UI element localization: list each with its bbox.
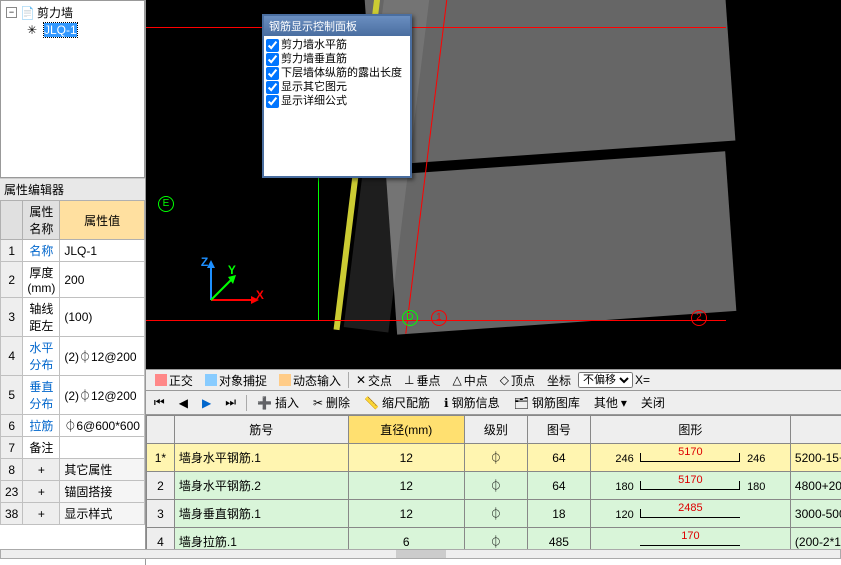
osnap-button[interactable]: 对象捕捉 xyxy=(200,370,272,391)
rebar-shape[interactable]: 180 5170 180 xyxy=(590,472,790,500)
tree-root-label: 剪力墙 xyxy=(37,4,73,21)
property-editor-title: 属性编辑器 xyxy=(0,178,145,200)
insert-button[interactable]: ➕插入 xyxy=(253,393,303,412)
rebar-name[interactable]: 墙身垂直钢筋.1 xyxy=(174,500,348,528)
property-editor[interactable]: 属性名称 属性值 1 名称 JLQ-12 厚度(mm) 2003 轴线距左 (1… xyxy=(0,200,145,565)
close-button[interactable]: 关闭 xyxy=(637,393,669,412)
rebar-formula[interactable]: 4800+200-15+15*d+200-15+15*d xyxy=(790,472,841,500)
grid-bubble-E: E xyxy=(158,196,174,212)
axis-z: Z xyxy=(201,255,208,269)
prop-group[interactable]: 锚固搭接 xyxy=(60,481,145,503)
prop-val[interactable]: (2)⏀12@200 xyxy=(60,337,145,376)
snap-mid[interactable]: △ 中点 xyxy=(448,370,493,391)
panel-checkbox[interactable]: 显示其它图元 xyxy=(266,80,408,94)
rebar-code[interactable]: 18 xyxy=(527,500,590,528)
snap-perp[interactable]: ⊥ 垂点 xyxy=(399,370,445,391)
expand-icon[interactable]: + xyxy=(23,459,60,481)
scale-button[interactable]: 📏缩尺配筋 xyxy=(360,393,434,412)
col-prop-val: 属性值 xyxy=(60,201,145,240)
rebar-level[interactable]: ⏀ xyxy=(464,500,527,528)
prop-val[interactable]: JLQ-1 xyxy=(60,240,145,262)
delete-button[interactable]: ✂删除 xyxy=(309,393,354,412)
h-scrollbar[interactable] xyxy=(0,549,841,559)
prop-name[interactable]: 轴线距左 xyxy=(23,298,60,337)
rebar-table[interactable]: 筋号 直径(mm) 级别 图号 图形 计算公式 1* 墙身水平钢筋.1 12 ⏀… xyxy=(146,415,841,565)
rebar-name[interactable]: 墙身水平钢筋.1 xyxy=(174,444,348,472)
dyninput-button[interactable]: 动态输入 xyxy=(274,370,346,391)
prop-val[interactable]: 200 xyxy=(60,262,145,298)
prop-val[interactable]: ⏀6@600*600 xyxy=(60,415,145,437)
prop-name[interactable]: 垂直分布 xyxy=(23,376,60,415)
panel-checkbox[interactable]: 显示详细公式 xyxy=(266,94,408,108)
panel-checkbox[interactable]: 剪力墙水平筋 xyxy=(266,38,408,52)
prop-name[interactable]: 名称 xyxy=(23,240,60,262)
tree-node-jlq1[interactable]: ✳ JLQ-1 xyxy=(3,22,142,38)
expand-icon[interactable]: + xyxy=(23,503,60,525)
prop-group[interactable]: 其它属性 xyxy=(60,459,145,481)
snap-toolbar: 正交 对象捕捉 动态输入 ✕ 交点 ⊥ 垂点 △ 中点 ◇ 顶点 坐标 不偏移 … xyxy=(146,369,841,391)
rebar-shape[interactable]: 120 2485 xyxy=(590,500,790,528)
tree-node-root[interactable]: − 📄 剪力墙 xyxy=(3,3,142,22)
gear-icon: ✳ xyxy=(27,23,41,37)
ortho-button[interactable]: 正交 xyxy=(150,370,198,391)
prop-val[interactable]: (2)⏀12@200 xyxy=(60,376,145,415)
coord-x-label: X= xyxy=(635,373,650,387)
rebar-dia[interactable]: 12 xyxy=(348,500,464,528)
tree-child-label: JLQ-1 xyxy=(44,23,77,37)
snap-intersection[interactable]: ✕ 交点 xyxy=(351,370,397,391)
prop-group[interactable]: 显示样式 xyxy=(60,503,145,525)
prop-name[interactable]: 水平分布 xyxy=(23,337,60,376)
rebar-name[interactable]: 墙身水平钢筋.2 xyxy=(174,472,348,500)
rebar-toolbar: ⏮ ◀ ▶ ⏭ ➕插入 ✂删除 📏缩尺配筋 ℹ钢筋信息 🗂钢筋图库 其他▾ 关闭 xyxy=(146,391,841,415)
nav-first-button[interactable]: ⏮ xyxy=(150,394,169,411)
nav-last-button[interactable]: ⏭ xyxy=(221,394,240,411)
tree-collapse-icon[interactable]: − xyxy=(6,7,17,18)
panel-title[interactable]: 钢筋显示控制面板 xyxy=(264,16,410,36)
snap-vertex[interactable]: ◇ 顶点 xyxy=(495,370,540,391)
axis-y: Y xyxy=(228,263,236,277)
info-button[interactable]: ℹ钢筋信息 xyxy=(440,393,504,412)
col-blank xyxy=(1,201,23,240)
rebar-formula[interactable]: 3000-500-15+10*d xyxy=(790,500,841,528)
component-tree[interactable]: − 📄 剪力墙 ✳ JLQ-1 xyxy=(0,0,145,178)
prop-name[interactable]: 厚度(mm) xyxy=(23,262,60,298)
prop-name[interactable]: 备注 xyxy=(23,437,60,459)
col-prop-name: 属性名称 xyxy=(23,201,60,240)
rebar-shape[interactable]: 246 5170 246 xyxy=(590,444,790,472)
prop-name[interactable]: 拉筋 xyxy=(23,415,60,437)
axis-x: X xyxy=(256,288,264,302)
offset-select[interactable]: 不偏移 xyxy=(578,372,633,388)
grid-bubble-r1: 1 xyxy=(431,310,447,326)
rebar-code[interactable]: 64 xyxy=(527,472,590,500)
rebar-dia[interactable]: 12 xyxy=(348,444,464,472)
other-button[interactable]: 其他▾ xyxy=(590,393,631,412)
rebar-display-panel[interactable]: 钢筋显示控制面板 剪力墙水平筋剪力墙垂直筋下层墙体纵筋的露出长度显示其它图元显示… xyxy=(262,14,412,178)
nav-next-button[interactable]: ▶ xyxy=(198,395,215,411)
grid-bubble-D: D xyxy=(402,310,418,326)
panel-checkbox[interactable]: 下层墙体纵筋的露出长度 xyxy=(266,66,408,80)
rebar-level[interactable]: ⏀ xyxy=(464,472,527,500)
rebar-code[interactable]: 64 xyxy=(527,444,590,472)
lib-button[interactable]: 🗂钢筋图库 xyxy=(510,393,584,412)
grid-bubble-r2: 2 xyxy=(691,310,707,326)
prop-val[interactable] xyxy=(60,437,145,459)
panel-checkbox[interactable]: 剪力墙垂直筋 xyxy=(266,52,408,66)
snap-coord[interactable]: 坐标 xyxy=(542,370,576,391)
drawing-canvas[interactable]: 1 2 E D 1 2 5000 X Y Z xyxy=(146,0,841,369)
prop-val[interactable]: (100) xyxy=(60,298,145,337)
rebar-dia[interactable]: 12 xyxy=(348,472,464,500)
nav-prev-button[interactable]: ◀ xyxy=(175,395,192,411)
rebar-level[interactable]: ⏀ xyxy=(464,444,527,472)
folder-icon: 📄 xyxy=(20,6,34,20)
expand-icon[interactable]: + xyxy=(23,481,60,503)
rebar-formula[interactable]: 5200-15+41*d/2-15+41*d/2 xyxy=(790,444,841,472)
